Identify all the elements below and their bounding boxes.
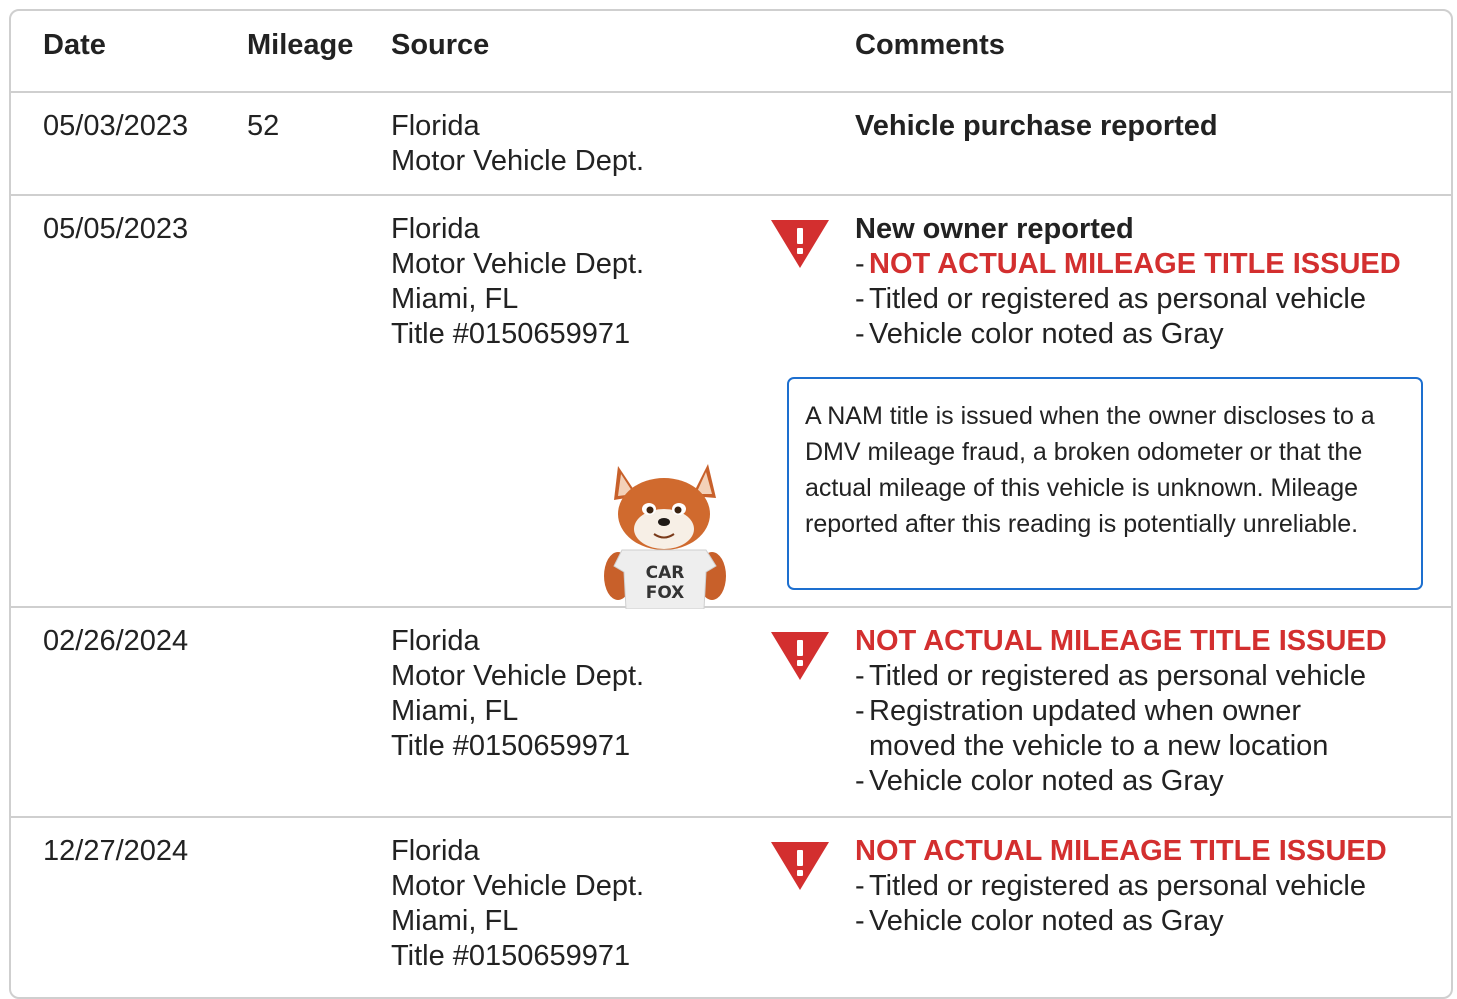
header-comments: Comments: [855, 29, 1005, 61]
bullet-dash: -: [855, 905, 865, 937]
comment-item-text: Vehicle color noted as Gray: [869, 765, 1224, 797]
comment-item-text: Vehicle color noted as Gray: [869, 905, 1224, 937]
table-row: 05/03/2023 52 Florida Motor Vehicle Dept…: [11, 93, 1451, 196]
header-mileage: Mileage: [247, 29, 354, 61]
source-line: Florida: [391, 835, 480, 867]
nam-title-note-text: A NAM title is issued when the owner dis…: [805, 402, 1375, 538]
vehicle-history-table: Date Mileage Source Comments 05/03/2023 …: [9, 9, 1453, 999]
comment-item: - Titled or registered as personal vehic…: [855, 869, 1389, 904]
source-line: Title #0150659971: [391, 940, 631, 972]
source-line: Motor Vehicle Dept.: [391, 248, 645, 280]
comment-item-text: Registration updated when owner moved th…: [869, 695, 1329, 762]
source-line: Motor Vehicle Dept.: [391, 660, 645, 692]
header-source: Source: [391, 29, 490, 61]
row-comments: New owner reported - NOT ACTUAL MILEAGE …: [855, 212, 1401, 352]
table-header: Date Mileage Source Comments: [11, 11, 1451, 93]
source-line: Title #0150659971: [391, 318, 631, 350]
table-row: 12/27/2024 Florida Motor Vehicle Dept. M…: [11, 818, 1451, 998]
warning-triangle-icon: [771, 220, 829, 268]
comment-item: - Registration updated when owner moved …: [855, 694, 1389, 764]
comment-title: Vehicle purchase reported: [855, 110, 1218, 142]
bullet-dash: -: [855, 318, 865, 350]
comment-item-text: Titled or registered as personal vehicle: [869, 283, 1367, 315]
row-mileage: 52: [247, 110, 280, 142]
comment-item: - Titled or registered as personal vehic…: [855, 659, 1389, 694]
row-date: 05/03/2023: [43, 110, 189, 142]
comment-title: New owner reported: [855, 213, 1134, 245]
table-row: 02/26/2024 Florida Motor Vehicle Dept. M…: [11, 608, 1451, 818]
source-line: Motor Vehicle Dept.: [391, 870, 645, 902]
mascot-shirt-text-fox: FOX: [646, 583, 685, 603]
comment-item-text: Titled or registered as personal vehicle: [869, 660, 1367, 692]
source-line: Florida: [391, 625, 480, 657]
comment-item: - Vehicle color noted as Gray: [855, 764, 1389, 799]
nam-title-alert: NOT ACTUAL MILEAGE TITLE ISSUED: [855, 625, 1387, 657]
comment-alert-item: - NOT ACTUAL MILEAGE TITLE ISSUED: [855, 247, 1401, 282]
row-comments: Vehicle purchase reported: [855, 109, 1218, 144]
source-line: Motor Vehicle Dept.: [391, 145, 645, 177]
source-line: Miami, FL: [391, 695, 519, 727]
source-line: Miami, FL: [391, 283, 519, 315]
row-source: Florida Motor Vehicle Dept.: [391, 109, 644, 179]
row-source: Florida Motor Vehicle Dept. Miami, FL Ti…: [391, 624, 644, 764]
warning-triangle-icon: [771, 842, 829, 890]
bullet-dash: -: [855, 660, 865, 692]
bullet-dash: -: [855, 870, 865, 902]
row-date: 02/26/2024: [43, 625, 189, 657]
comment-item-text: Vehicle color noted as Gray: [869, 318, 1224, 350]
mascot-shirt-text-car: CAR: [646, 563, 685, 583]
row-source: Florida Motor Vehicle Dept. Miami, FL Ti…: [391, 834, 644, 974]
comment-item: - Vehicle color noted as Gray: [855, 904, 1389, 939]
comment-item: - Vehicle color noted as Gray: [855, 317, 1401, 352]
source-line: Florida: [391, 110, 480, 142]
nam-title-alert: NOT ACTUAL MILEAGE TITLE ISSUED: [869, 248, 1401, 280]
row-date: 05/05/2023: [43, 213, 189, 245]
row-comments: NOT ACTUAL MILEAGE TITLE ISSUED - Titled…: [855, 624, 1389, 799]
table-row: 05/05/2023 Florida Motor Vehicle Dept. M…: [11, 196, 1451, 609]
row-comments: NOT ACTUAL MILEAGE TITLE ISSUED - Titled…: [855, 834, 1389, 939]
comment-item: - Titled or registered as personal vehic…: [855, 282, 1401, 317]
bullet-dash: -: [855, 248, 865, 280]
header-date: Date: [43, 29, 106, 61]
bullet-dash: -: [855, 695, 865, 727]
row-date: 12/27/2024: [43, 835, 189, 867]
row-source: Florida Motor Vehicle Dept. Miami, FL Ti…: [391, 212, 644, 352]
source-line: Florida: [391, 213, 480, 245]
nam-title-note: A NAM title is issued when the owner dis…: [787, 377, 1423, 590]
bullet-dash: -: [855, 283, 865, 315]
warning-triangle-icon: [771, 632, 829, 680]
bullet-dash: -: [855, 765, 865, 797]
source-line: Miami, FL: [391, 905, 519, 937]
nam-title-alert: NOT ACTUAL MILEAGE TITLE ISSUED: [855, 835, 1387, 867]
source-line: Title #0150659971: [391, 730, 631, 762]
carfox-mascot: CAR FOX: [604, 464, 726, 609]
comment-item-text: Titled or registered as personal vehicle: [869, 870, 1367, 902]
